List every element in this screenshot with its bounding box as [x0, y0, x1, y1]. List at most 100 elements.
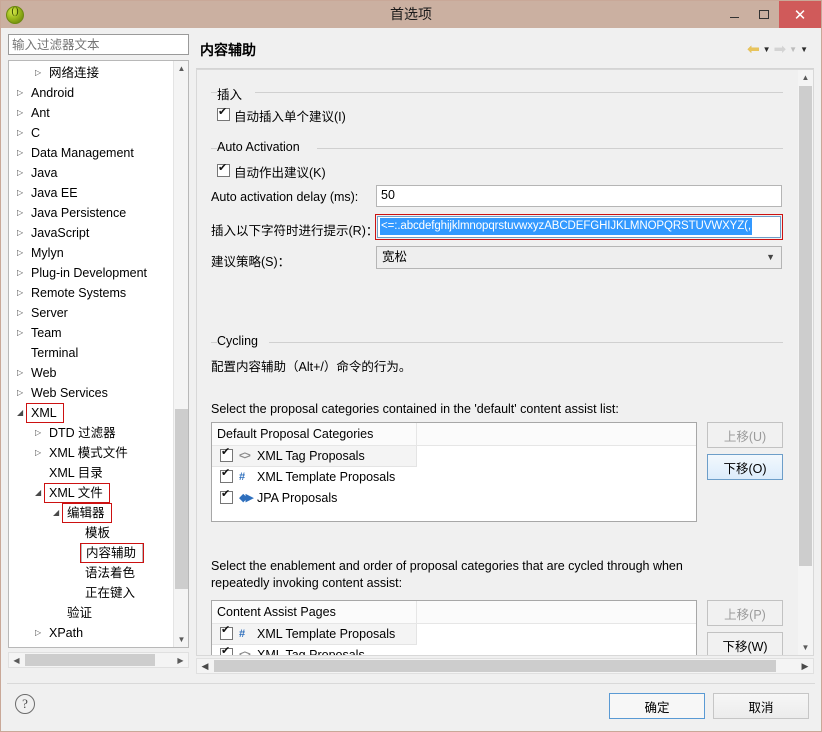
- scroll-right-icon[interactable]: ▶: [797, 659, 813, 673]
- activation-delay-input[interactable]: 50: [376, 185, 782, 207]
- sidebar-item-3[interactable]: ▷ C: [9, 123, 172, 143]
- chevron-right-icon[interactable]: ▷: [35, 623, 41, 643]
- auto-insert-single-label[interactable]: 自动插入单个建议(I): [234, 106, 346, 125]
- sidebar-item-2[interactable]: ▷ Ant: [9, 103, 172, 123]
- sidebar-item-22[interactable]: ◢ 编辑器: [9, 503, 172, 523]
- auto-propose-checkbox[interactable]: [217, 162, 230, 177]
- chevron-right-icon[interactable]: ▷: [17, 223, 23, 243]
- back-history-chevron-down-icon[interactable]: ▼: [763, 45, 771, 54]
- chevron-right-icon[interactable]: ▷: [17, 143, 23, 163]
- chevron-right-icon[interactable]: ▷: [17, 263, 23, 283]
- chevron-down-icon[interactable]: ◢: [17, 403, 23, 423]
- sidebar-item-1[interactable]: ▷ Android: [9, 83, 172, 103]
- scroll-left-icon[interactable]: ◀: [197, 659, 213, 673]
- page-horizontal-scrollbar[interactable]: ◀ ▶: [196, 658, 814, 674]
- chevron-right-icon[interactable]: ▷: [17, 283, 23, 303]
- default-move-down-button[interactable]: 下移(O): [707, 454, 783, 480]
- chevron-down-icon[interactable]: ◢: [35, 483, 41, 503]
- chevron-right-icon[interactable]: ▷: [17, 323, 23, 343]
- scrollbar-thumb[interactable]: [799, 86, 812, 566]
- auto-insert-single-checkbox[interactable]: [217, 106, 230, 121]
- sidebar-item-29[interactable]: ▷ XSL: [9, 643, 172, 647]
- sidebar-item-11[interactable]: ▷ Remote Systems: [9, 283, 172, 303]
- list-item[interactable]: # XML Template Proposals: [212, 624, 417, 645]
- sidebar-item-25[interactable]: 语法着色: [9, 563, 172, 583]
- sidebar-item-20[interactable]: XML 目录: [9, 463, 172, 483]
- sidebar-item-28[interactable]: ▷ XPath: [9, 623, 172, 643]
- default-proposal-categories-list[interactable]: Default Proposal Categories <> XML Tag Pr…: [211, 422, 697, 522]
- scroll-up-icon[interactable]: ▲: [798, 70, 813, 85]
- sidebar-item-10[interactable]: ▷ Plug-in Development: [9, 263, 172, 283]
- sidebar-item-17[interactable]: ◢ XML: [9, 403, 172, 423]
- content-assist-pages-list[interactable]: Content Assist Pages # XML Template Propo…: [211, 600, 697, 655]
- chevron-right-icon[interactable]: ▷: [35, 423, 41, 443]
- sidebar-item-8[interactable]: ▷ JavaScript: [9, 223, 172, 243]
- page-vertical-scrollbar[interactable]: ▲ ▼: [798, 70, 813, 655]
- sidebar-item-19[interactable]: ▷ XML 模式文件: [9, 443, 172, 463]
- cycle-move-up-button[interactable]: 上移(P): [707, 600, 783, 626]
- chevron-right-icon[interactable]: ▷: [17, 183, 23, 203]
- close-button[interactable]: ✕: [779, 1, 821, 28]
- chevron-down-icon[interactable]: ▼: [766, 247, 775, 267]
- sidebar-item-6[interactable]: ▷ Java EE: [9, 183, 172, 203]
- auto-propose-label[interactable]: 自动作出建议(K): [234, 162, 326, 181]
- cancel-button[interactable]: 取消: [713, 693, 809, 719]
- maximize-button[interactable]: [749, 1, 779, 28]
- sidebar-item-4[interactable]: ▷ Data Management: [9, 143, 172, 163]
- sidebar-item-13[interactable]: ▷ Team: [9, 323, 172, 343]
- question-mark-icon[interactable]: ?: [15, 694, 35, 714]
- strategy-select[interactable]: 宽松 ▼: [376, 246, 782, 269]
- sidebar-item-24[interactable]: 内容辅助: [9, 543, 172, 563]
- sidebar-item-21[interactable]: ◢ XML 文件: [9, 483, 172, 503]
- list-item[interactable]: <> XML Tag Proposals: [212, 446, 417, 467]
- row-checkbox[interactable]: [220, 446, 233, 462]
- chevron-right-icon[interactable]: ▷: [35, 643, 41, 647]
- sidebar-item-5[interactable]: ▷ Java: [9, 163, 172, 183]
- filter-input[interactable]: [8, 34, 189, 55]
- sidebar-item-9[interactable]: ▷ Mylyn: [9, 243, 172, 263]
- row-checkbox[interactable]: [220, 467, 233, 483]
- sidebar-item-7[interactable]: ▷ Java Persistence: [9, 203, 172, 223]
- scrollbar-thumb[interactable]: [214, 660, 776, 672]
- chevron-right-icon[interactable]: ▷: [35, 443, 41, 463]
- row-checkbox[interactable]: [220, 488, 233, 504]
- scroll-up-icon[interactable]: ▲: [174, 61, 188, 76]
- scrollbar-thumb[interactable]: [175, 409, 188, 589]
- sidebar-item-15[interactable]: ▷ Web: [9, 363, 172, 383]
- sidebar-item-14[interactable]: Terminal: [9, 343, 172, 363]
- list-item[interactable]: <> XML Tag Proposals: [212, 645, 417, 655]
- list-item[interactable]: ◆▶JPA Proposals: [212, 488, 417, 509]
- sidebar-horizontal-scrollbar[interactable]: ◀ ▶: [8, 652, 189, 668]
- sidebar-item-18[interactable]: ▷ DTD 过滤器: [9, 423, 172, 443]
- chevron-right-icon[interactable]: ▷: [17, 303, 23, 323]
- list-item[interactable]: # XML Template Proposals: [212, 467, 417, 488]
- sidebar-vertical-scrollbar[interactable]: ▲ ▼: [173, 61, 188, 647]
- chevron-right-icon[interactable]: ▷: [17, 203, 23, 223]
- chevron-right-icon[interactable]: ▷: [35, 63, 41, 83]
- chevron-right-icon[interactable]: ▷: [17, 383, 23, 403]
- chevron-right-icon[interactable]: ▷: [17, 243, 23, 263]
- chevron-right-icon[interactable]: ▷: [17, 163, 23, 183]
- scroll-down-icon[interactable]: ▼: [798, 640, 813, 655]
- scroll-left-icon[interactable]: ◀: [9, 653, 24, 667]
- sidebar-item-16[interactable]: ▷ Web Services: [9, 383, 172, 403]
- minimize-button[interactable]: [719, 1, 749, 28]
- row-checkbox[interactable]: [220, 624, 233, 640]
- chevron-right-icon[interactable]: ▷: [17, 123, 23, 143]
- trigger-chars-input[interactable]: <=:.abcdefghijklmnopqrstuvwxyzABCDEFGHIJ…: [377, 216, 781, 238]
- arrow-left-icon[interactable]: ⬅: [747, 42, 760, 57]
- sidebar-item-12[interactable]: ▷ Server: [9, 303, 172, 323]
- sidebar-item-27[interactable]: 验证: [9, 603, 172, 623]
- sidebar-item-0[interactable]: ▷ 网络连接: [9, 63, 172, 83]
- row-checkbox[interactable]: [220, 645, 233, 655]
- chevron-right-icon[interactable]: ▷: [17, 363, 23, 383]
- scrollbar-thumb[interactable]: [25, 654, 155, 666]
- chevron-down-icon[interactable]: ◢: [53, 503, 59, 523]
- chevron-right-icon[interactable]: ▷: [17, 103, 23, 123]
- ok-button[interactable]: 确定: [609, 693, 705, 719]
- sidebar-item-23[interactable]: 模板: [9, 523, 172, 543]
- cycle-move-down-button[interactable]: 下移(W): [707, 632, 783, 655]
- sidebar-item-26[interactable]: 正在键入: [9, 583, 172, 603]
- page-menu-chevron-down-icon[interactable]: ▼: [800, 45, 808, 54]
- preferences-tree[interactable]: ▷ 网络连接 ▷ Android ▷ Ant ▷ C ▷ Data Management ▷ Java…: [8, 60, 189, 648]
